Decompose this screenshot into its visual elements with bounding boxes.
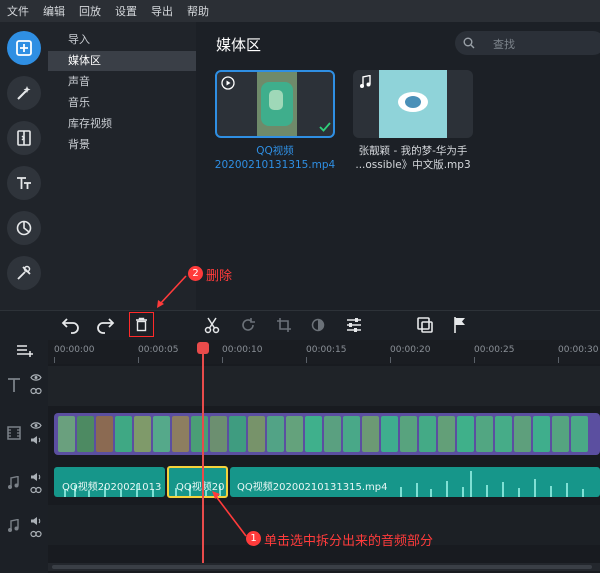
media-item-video-file: 20200210131315.mp4	[214, 159, 336, 171]
import-tool-button[interactable]	[7, 31, 41, 65]
undo-icon[interactable]	[61, 316, 81, 334]
menu-settings[interactable]: 设置	[108, 3, 144, 19]
link-icon[interactable]	[30, 486, 42, 494]
music-note-icon	[360, 75, 371, 88]
visibility-eye-icon[interactable]	[30, 373, 42, 382]
tool-rail	[0, 22, 48, 310]
magic-wand-icon	[17, 86, 31, 100]
menu-edit[interactable]: 编辑	[36, 3, 72, 19]
menu-file[interactable]: 文件	[0, 3, 36, 19]
link-icon[interactable]	[30, 530, 42, 538]
link-icon[interactable]	[30, 387, 42, 395]
playhead-line	[202, 342, 204, 567]
clip-properties-icon[interactable]	[346, 317, 362, 333]
pie-icon	[16, 220, 32, 236]
selected-audio-clip-outline	[167, 466, 228, 498]
step-1-callout: 单击选中拆分出来的音频部分	[264, 534, 434, 549]
search-input[interactable]	[455, 31, 600, 55]
menu-help[interactable]: 帮助	[180, 3, 216, 19]
ruler-tick: 00:00:10	[222, 345, 263, 355]
playhead-handle[interactable]	[197, 342, 209, 354]
nav-item-music[interactable]: 音乐	[48, 93, 196, 113]
search-placeholder: 查找	[493, 38, 515, 51]
audio-track-icon	[8, 476, 19, 489]
split-scissors-icon[interactable]	[204, 316, 220, 334]
search-icon	[463, 37, 475, 49]
ruler-tick-mark	[474, 357, 475, 363]
step-2-badge: 2	[188, 266, 203, 281]
media-item-video-name: QQ视频	[256, 145, 294, 157]
title-track-lane[interactable]	[48, 366, 600, 406]
ruler-tick: 00:00:15	[306, 345, 347, 355]
transition-icon	[17, 130, 31, 146]
nav-item-media[interactable]: 媒体区	[48, 51, 196, 71]
ruler-tick-mark	[222, 357, 223, 363]
ruler-tick: 00:00:20	[390, 345, 431, 355]
nav-item-import[interactable]: 导入	[48, 30, 196, 50]
video-clip[interactable]	[54, 413, 600, 455]
ruler-tick-mark	[390, 357, 391, 363]
step-2-callout: 删除	[206, 269, 233, 284]
audio-clip-3-label: QQ视频20200210131315.mp4	[237, 482, 388, 493]
text-tool-button[interactable]	[7, 166, 41, 200]
title-track-icon	[8, 378, 20, 392]
nav-item-stock-video[interactable]: 库存视频	[48, 114, 196, 134]
ruler-tick-mark	[306, 357, 307, 363]
nav-item-sound[interactable]: 声音	[48, 72, 196, 92]
overlay-icon[interactable]	[416, 316, 434, 334]
timeline-toolbar	[0, 310, 600, 341]
add-track-icon[interactable]	[16, 344, 34, 358]
media-item-video[interactable]	[215, 70, 335, 138]
visibility-eye-icon[interactable]	[30, 421, 42, 430]
audio-track-icon	[8, 519, 19, 532]
color-adjust-icon[interactable]	[311, 318, 325, 332]
rotate-icon[interactable]	[240, 317, 256, 333]
menu-playback[interactable]: 回放	[72, 3, 108, 19]
transition-tool-button[interactable]	[7, 121, 41, 155]
media-title: 媒体区	[216, 36, 262, 54]
step-1-badge: 1	[246, 531, 261, 546]
marker-flag-icon[interactable]	[452, 316, 468, 334]
magic-tool-button[interactable]	[7, 76, 41, 110]
scrollbar-thumb[interactable]	[52, 565, 592, 569]
timeline-scrollbar[interactable]	[48, 563, 600, 571]
media-item-audio-name: 张靓颖 - 我的梦-华为手	[358, 145, 468, 157]
ruler-tick: 00:00:25	[474, 345, 515, 355]
delete-button[interactable]	[129, 312, 154, 337]
media-item-audio-file: ...ossible》中文版.mp3	[355, 159, 471, 171]
play-icon	[221, 76, 235, 90]
more-tools-button[interactable]	[7, 256, 41, 290]
video-track-icon	[7, 426, 21, 440]
volume-icon[interactable]	[30, 472, 42, 482]
text-icon	[17, 177, 31, 189]
menu-export[interactable]: 导出	[144, 3, 180, 19]
media-item-audio[interactable]	[353, 70, 473, 138]
ruler-tick-mark	[558, 357, 559, 363]
redo-icon[interactable]	[95, 316, 115, 334]
import-icon	[16, 40, 32, 56]
tools-icon	[17, 265, 31, 280]
trash-icon	[136, 317, 147, 332]
ruler-tick: 00:00:00	[54, 345, 95, 355]
nav-item-background[interactable]: 背景	[48, 135, 196, 155]
ruler-tick: 00:00:30	[558, 345, 599, 355]
menu-bar: 文件 编辑 回放 设置 导出 帮助	[0, 0, 600, 22]
ruler-tick-mark	[54, 357, 55, 363]
media-nav: 导入 媒体区 声音 音乐 库存视频 背景	[48, 22, 196, 310]
ruler-tick: 00:00:05	[138, 345, 179, 355]
crop-icon[interactable]	[276, 317, 292, 333]
audio-clip-1-label: QQ视频2020021013	[62, 482, 162, 493]
volume-icon[interactable]	[30, 435, 42, 445]
volume-icon[interactable]	[30, 516, 42, 526]
check-icon	[319, 122, 331, 132]
filter-tool-button[interactable]	[7, 211, 41, 245]
ruler-tick-mark	[138, 357, 139, 363]
